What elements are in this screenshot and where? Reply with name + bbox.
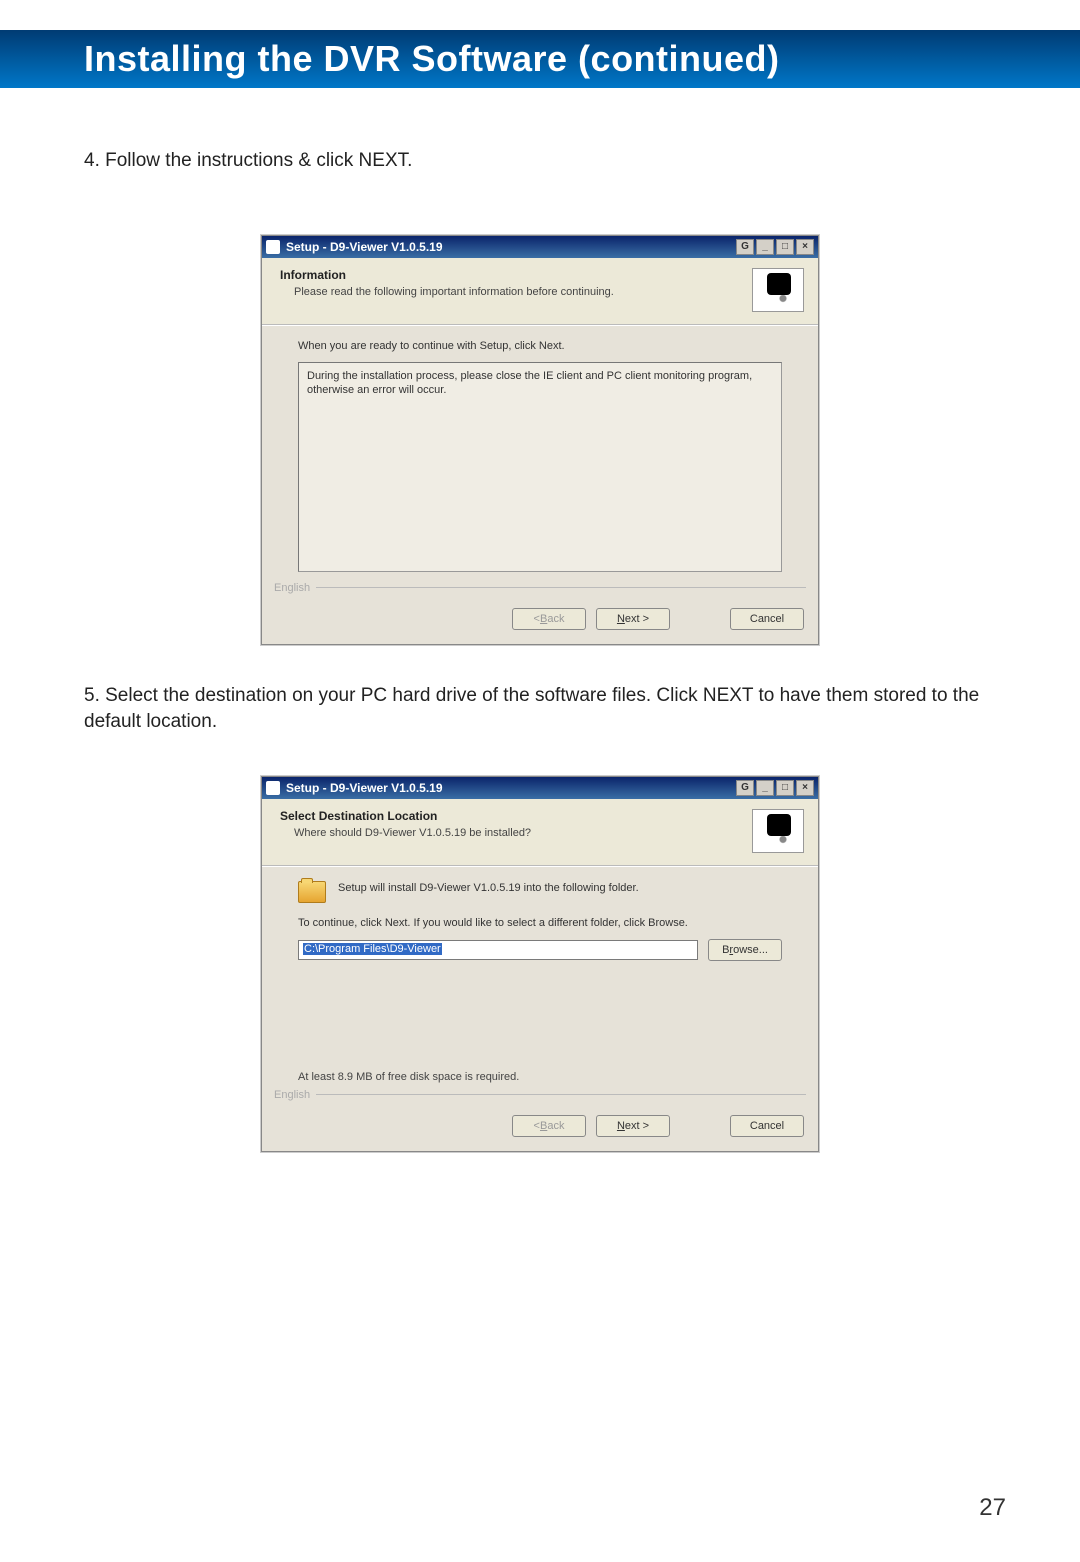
page-title: Installing the DVR Software (continued): [84, 38, 780, 80]
information-textbox: During the installation process, please …: [298, 362, 782, 572]
maximize-icon[interactable]: □: [776, 780, 794, 796]
cancel-button[interactable]: Cancel: [730, 608, 804, 630]
product-logo-icon: [752, 268, 804, 312]
page-number: 27: [979, 1494, 1006, 1522]
continue-instruction: To continue, click Next. If you would li…: [298, 917, 782, 929]
close-icon[interactable]: ×: [796, 780, 814, 796]
lang-toggle-icon[interactable]: G: [736, 239, 754, 255]
product-logo-icon: [752, 809, 804, 853]
language-label-row: English: [262, 582, 818, 598]
next-button[interactable]: Next >: [596, 1115, 670, 1137]
folder-icon: [298, 881, 326, 903]
lang-toggle-icon[interactable]: G: [736, 780, 754, 796]
minimize-icon[interactable]: _: [756, 239, 774, 255]
back-button[interactable]: < Back: [512, 1115, 586, 1137]
installer-dialog-destination: Setup - D9-Viewer V1.0.5.19 G _ □ × Sele…: [261, 776, 819, 1152]
app-icon: [266, 240, 280, 254]
language-label-row: English: [262, 1089, 818, 1105]
close-icon[interactable]: ×: [796, 239, 814, 255]
browse-button[interactable]: Browse...: [708, 939, 782, 961]
maximize-icon[interactable]: □: [776, 239, 794, 255]
step5-text: 5. Select the destination on your PC har…: [84, 683, 996, 736]
cancel-button[interactable]: Cancel: [730, 1115, 804, 1137]
app-icon: [266, 781, 280, 795]
wizard-header-subtitle: Please read the following important info…: [294, 286, 614, 298]
disk-space-required: At least 8.9 MB of free disk space is re…: [298, 1071, 782, 1083]
next-button[interactable]: Next >: [596, 608, 670, 630]
wizard-header: Select Destination Location Where should…: [262, 799, 818, 866]
language-label: English: [274, 1089, 310, 1101]
window-title: Setup - D9-Viewer V1.0.5.19: [286, 240, 443, 254]
wizard-header-title: Information: [280, 268, 614, 282]
minimize-icon[interactable]: _: [756, 780, 774, 796]
installer-dialog-information: Setup - D9-Viewer V1.0.5.19 G _ □ × Info…: [261, 235, 819, 645]
language-label: English: [274, 582, 310, 594]
wizard-header: Information Please read the following im…: [262, 258, 818, 325]
wizard-header-title: Select Destination Location: [280, 809, 531, 823]
wizard-header-subtitle: Where should D9-Viewer V1.0.5.19 be inst…: [294, 827, 531, 839]
window-title: Setup - D9-Viewer V1.0.5.19: [286, 781, 443, 795]
titlebar: Setup - D9-Viewer V1.0.5.19 G _ □ ×: [262, 236, 818, 258]
back-button[interactable]: < Back: [512, 608, 586, 630]
titlebar: Setup - D9-Viewer V1.0.5.19 G _ □ ×: [262, 777, 818, 799]
setup-prompt: When you are ready to continue with Setu…: [298, 340, 782, 352]
install-folder-line: Setup will install D9-Viewer V1.0.5.19 i…: [338, 881, 639, 896]
step4-text: 4. Follow the instructions & click NEXT.: [84, 148, 996, 175]
page-header-band: Installing the DVR Software (continued): [0, 30, 1080, 88]
destination-path-input[interactable]: C:\Program Files\D9-Viewer: [298, 940, 698, 960]
